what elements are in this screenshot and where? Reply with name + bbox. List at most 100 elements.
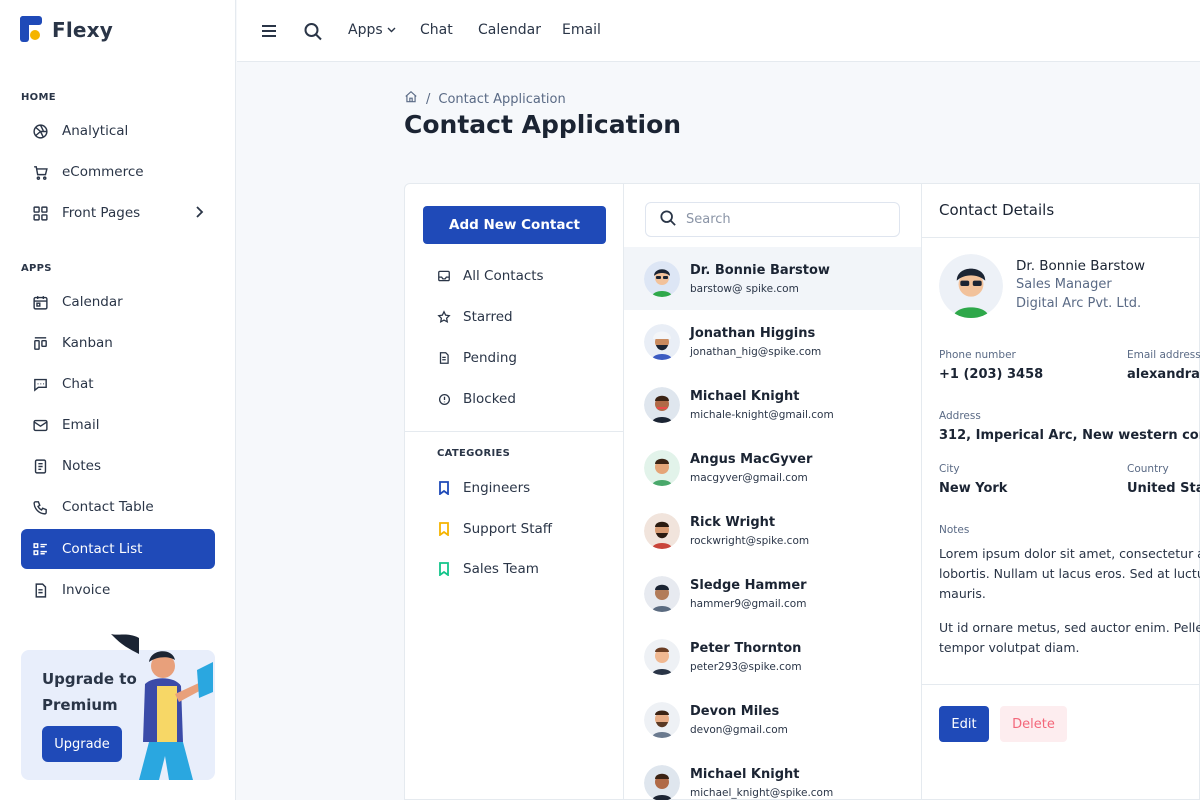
star-icon (437, 310, 451, 324)
divider (922, 237, 1200, 238)
contact-email: rockwright@spike.com (690, 534, 810, 547)
sidebar-item-label: Chat (62, 376, 94, 392)
list-details-icon (31, 540, 49, 558)
category-label: Engineers (463, 480, 531, 496)
cart-icon (31, 163, 49, 181)
category-engineers[interactable]: Engineers (437, 480, 530, 496)
filter-all-contacts[interactable]: All Contacts (437, 268, 544, 284)
sidebar-item-kanban[interactable]: Kanban (21, 323, 215, 363)
contact-list-item[interactable]: Sledge Hammer hammer9@gmail.com (624, 562, 921, 625)
chevron-down-icon (387, 22, 396, 38)
city-value: New York (939, 481, 1008, 496)
contact-email: devon@gmail.com (690, 723, 788, 736)
category-sales-team[interactable]: Sales Team (437, 561, 539, 577)
category-support-staff[interactable]: Support Staff (437, 521, 552, 537)
grid-icon (31, 204, 49, 222)
contact-name: Jonathan Higgins (690, 325, 816, 341)
sidebar-item-contact-table[interactable]: Contact Table (21, 487, 215, 527)
menu-icon[interactable] (261, 21, 277, 45)
contact-list-item[interactable]: Michael Knight michael_knight@spike.com (624, 751, 921, 800)
sidebar-item-label: Kanban (62, 335, 113, 351)
filter-starred[interactable]: Starred (437, 309, 513, 325)
contact-list-item[interactable]: Dr. Bonnie Barstow barstow@ spike.com (624, 247, 921, 310)
search-input[interactable] (686, 212, 886, 227)
search-icon (660, 209, 676, 230)
contact-email: michale-knight@gmail.com (690, 408, 834, 421)
sidebar-item-label: Front Pages (62, 205, 141, 221)
nav-link-email[interactable]: Email (562, 22, 601, 38)
sidebar-item-front-pages[interactable]: Front Pages (21, 193, 215, 233)
edit-button[interactable]: Edit (939, 706, 989, 742)
sidebar-item-contact-list[interactable]: Contact List (21, 529, 215, 569)
sidebar-item-label: Contact Table (62, 499, 154, 515)
search-box[interactable] (645, 202, 900, 237)
nav-link-apps[interactable]: Apps (348, 22, 396, 38)
inbox-icon (437, 269, 451, 283)
filter-pending[interactable]: Pending (437, 350, 517, 366)
upgrade-illustration (111, 634, 213, 780)
avatar (644, 386, 680, 423)
contact-name: Sledge Hammer (690, 577, 807, 593)
contact-list-item[interactable]: Rick Wright rockwright@spike.com (624, 499, 921, 562)
contact-name: Angus MacGyver (690, 451, 813, 467)
filter-label: Blocked (463, 391, 516, 407)
nav-link-chat[interactable]: Chat (420, 22, 453, 38)
alert-circle-icon (437, 392, 451, 406)
sidebar-item-analytical[interactable]: Analytical (21, 111, 215, 151)
sidebar-item-label: Notes (62, 458, 101, 474)
app-logo[interactable]: Flexy (20, 16, 113, 44)
sidebar-item-chat[interactable]: Chat (21, 364, 215, 404)
kanban-icon (31, 334, 49, 352)
email-value: alexandra@ (1127, 367, 1200, 382)
country-value: United Stat (1127, 481, 1200, 496)
sidebar-item-label: Email (62, 417, 100, 433)
contact-email: jonathan_hig@spike.com (690, 345, 822, 358)
contact-details-panel: Contact Details Dr. Bonnie Barstow Sales… (922, 184, 1200, 800)
sidebar-item-ecommerce[interactable]: eCommerce (21, 152, 215, 192)
contact-name: Peter Thornton (690, 640, 802, 656)
sidebar-item-label: Calendar (62, 294, 123, 310)
filter-blocked[interactable]: Blocked (437, 391, 516, 407)
category-label: Sales Team (463, 561, 539, 577)
upgrade-card: Upgrade to Premium Upgrade (21, 634, 215, 780)
country-label: Country (1127, 463, 1169, 475)
category-label: Support Staff (463, 521, 553, 537)
contact-list-item[interactable]: Angus MacGyver macgyver@gmail.com (624, 436, 921, 499)
contact-list-panel: Dr. Bonnie Barstow barstow@ spike.com Jo… (624, 184, 922, 800)
nav-section-apps: APPS (21, 263, 52, 274)
email-label: Email address (1127, 349, 1200, 361)
notes-line: tempor volutpat diam. (939, 640, 1080, 655)
city-label: City (939, 463, 960, 475)
nav-link-calendar[interactable]: Calendar (478, 22, 541, 38)
add-new-contact-button[interactable]: Add New Contact (423, 206, 606, 244)
contact-list-item[interactable]: Devon Miles devon@gmail.com (624, 688, 921, 751)
contact-list-item[interactable]: Jonathan Higgins jonathan_hig@spike.com (624, 310, 921, 373)
address-label: Address (939, 410, 981, 422)
avatar (644, 323, 680, 360)
aperture-icon (31, 122, 49, 140)
contact-name: Dr. Bonnie Barstow (690, 262, 830, 278)
contact-email: peter293@spike.com (690, 660, 802, 673)
sidebar-item-email[interactable]: Email (21, 405, 215, 445)
categories-title: CATEGORIES (437, 448, 511, 459)
divider (405, 431, 624, 432)
contact-list-item[interactable]: Michael Knight michale-knight@gmail.com (624, 373, 921, 436)
avatar (644, 260, 680, 297)
contact-email: macgyver@gmail.com (690, 471, 808, 484)
avatar (644, 701, 680, 738)
contact-name: Rick Wright (690, 514, 776, 530)
contact-list-item[interactable]: Peter Thornton peter293@spike.com (624, 625, 921, 688)
contact-email: hammer9@gmail.com (690, 597, 807, 610)
delete-button[interactable]: Delete (1000, 706, 1067, 742)
address-value: 312, Imperical Arc, New western corner (939, 428, 1200, 443)
sidebar-item-invoice[interactable]: Invoice (21, 570, 215, 610)
home-icon[interactable] (404, 90, 418, 108)
filter-panel: Add New Contact All Contacts Starred Pen… (405, 184, 624, 800)
search-icon[interactable] (304, 21, 322, 45)
details-role: Sales Manager (1016, 277, 1112, 292)
details-company: Digital Arc Pvt. Ltd. (1016, 296, 1142, 311)
sidebar-item-notes[interactable]: Notes (21, 446, 215, 486)
filter-label: All Contacts (463, 268, 544, 284)
app-name: Flexy (52, 18, 114, 42)
sidebar-item-calendar[interactable]: Calendar (21, 282, 215, 322)
